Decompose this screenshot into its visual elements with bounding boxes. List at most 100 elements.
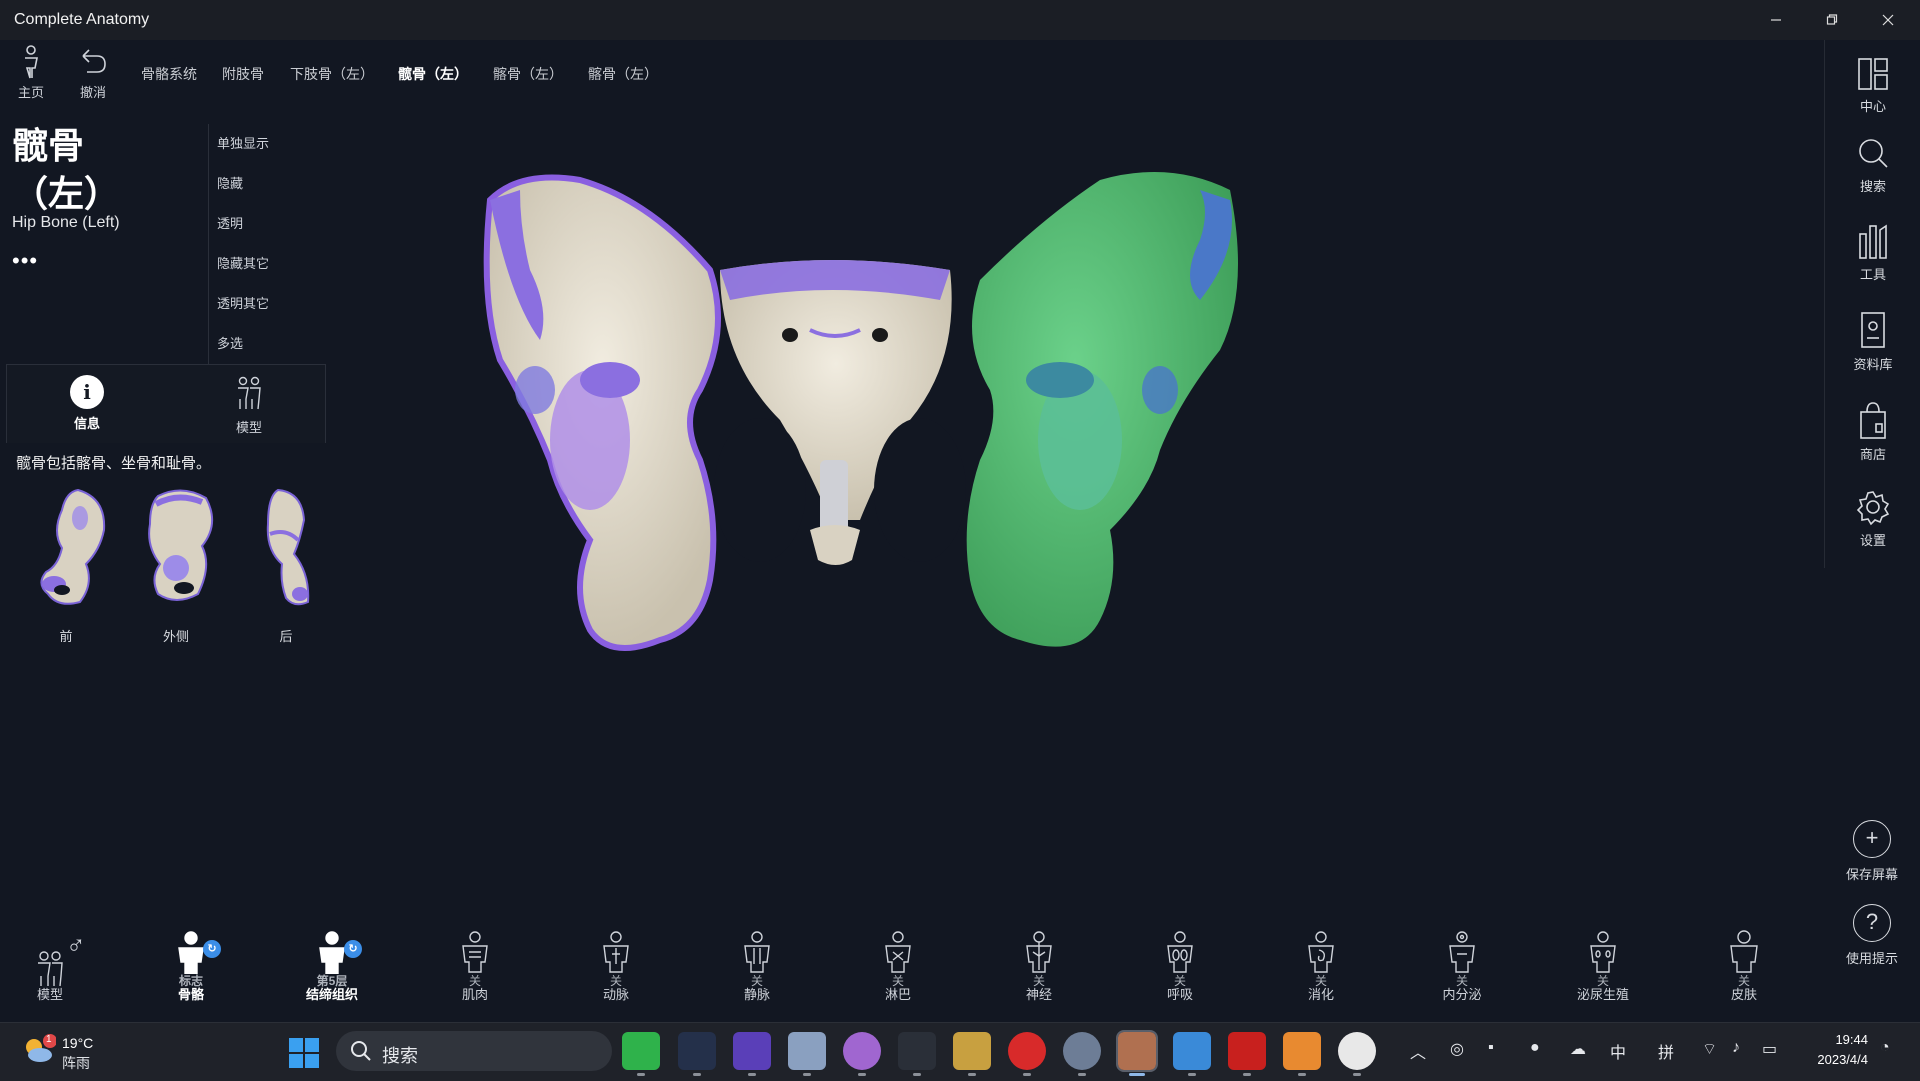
hide-menu-item[interactable]: 隐藏 — [209, 164, 327, 204]
store-button[interactable]: 商店 — [1825, 400, 1920, 463]
layer-veins[interactable]: 关 静脉 — [707, 930, 807, 1002]
usage-tips-label: 使用提示 — [1845, 951, 1898, 966]
minimize-button[interactable] — [1750, 4, 1802, 36]
tab-info[interactable]: i 信息 — [37, 375, 137, 432]
wifi-icon[interactable]: ⌔ — [1702, 1039, 1717, 1059]
coccyx[interactable] — [810, 525, 860, 565]
taskbar-search[interactable]: 搜索 — [336, 1031, 612, 1071]
layer-respiratory[interactable]: 关 呼吸 — [1130, 930, 1230, 1002]
usage-tips-button[interactable]: ? 使用提示 — [1824, 904, 1920, 967]
system-clock[interactable]: 19:44 2023/4/4 — [1798, 1030, 1868, 1070]
layout-panels-icon — [1858, 58, 1888, 90]
3d-model-viewport[interactable] — [460, 160, 1260, 720]
layer-name: 内分泌 — [1442, 987, 1482, 1002]
pelvis-3d-model[interactable] — [460, 160, 1260, 720]
layer-nerves[interactable]: 关 神经 — [989, 930, 1089, 1002]
layer-state: 关 — [1032, 974, 1045, 988]
tools-button[interactable]: 工具 — [1825, 220, 1920, 283]
layer-connective-tissue[interactable]: ↻ 第5层 结缔组织 — [282, 930, 382, 1002]
weather-widget[interactable]: 1 19°C 阵雨 — [20, 1033, 93, 1073]
layer-muscles[interactable]: 关 肌肉 — [425, 930, 525, 1002]
ime-language-indicator[interactable]: 中 — [1610, 1039, 1626, 1063]
stomach-figure-icon — [1308, 931, 1334, 973]
multiselect-menu-item[interactable]: 多选 — [209, 324, 327, 364]
onedrive-cloud-icon[interactable]: ☁ — [1570, 1039, 1586, 1059]
save-screen-label: 保存屏幕 — [1845, 867, 1898, 882]
close-icon — [1882, 14, 1894, 26]
breadcrumb-item[interactable]: 下肢骨（左） — [290, 64, 374, 84]
info-icon: i — [70, 375, 104, 409]
thumbnail-label: 外侧 — [162, 629, 189, 644]
layer-urogenital[interactable]: 关 泌尿生殖 — [1553, 930, 1653, 1002]
structure-title: 髋骨 （左） — [12, 122, 120, 218]
home-button[interactable]: 主页 — [3, 44, 59, 101]
close-button[interactable] — [1862, 4, 1914, 36]
lymph-figure-icon — [885, 931, 911, 973]
show-hidden-icons-chevron-up-icon[interactable]: ︿ — [1410, 1039, 1426, 1063]
center-button[interactable]: 中心 — [1825, 56, 1920, 115]
tray-cat-icon[interactable]: ▪ — [1488, 1039, 1494, 1057]
search-button[interactable]: 搜索 — [1825, 136, 1920, 195]
layer-state: 关 — [750, 974, 763, 988]
layer-endocrine[interactable]: 关 内分泌 — [1412, 930, 1512, 1002]
app-bag-icon[interactable] — [788, 1032, 826, 1076]
anterior-view-thumbnail[interactable]: 前 — [16, 484, 116, 644]
endocrine-figure-icon — [1449, 931, 1475, 973]
restore-button[interactable] — [1806, 4, 1858, 36]
library-button[interactable]: 资料库 — [1825, 310, 1920, 373]
male-gender-icon[interactable]: ♂ — [66, 930, 86, 961]
app-cat-launcher-icon[interactable] — [678, 1032, 716, 1076]
app-league-icon[interactable] — [953, 1032, 991, 1076]
app-netease-music-icon[interactable] — [1008, 1032, 1046, 1076]
layer-lymph[interactable]: 关 淋巴 — [848, 930, 948, 1002]
refresh-badge-icon: ↻ — [203, 940, 221, 958]
hide-others-menu-item[interactable]: 隐藏其它 — [209, 244, 327, 284]
left-hip-bone-selected[interactable] — [966, 172, 1238, 647]
breadcrumb-item[interactable]: 髂骨（左） — [588, 64, 658, 84]
weather-temperature: 19°C — [62, 1035, 94, 1051]
tray-app-icon[interactable]: ◎ — [1450, 1039, 1464, 1059]
artery-figure-icon — [603, 931, 629, 973]
app-chrome-icon[interactable] — [1338, 1032, 1376, 1076]
ime-mode-indicator[interactable]: 拼 — [1658, 1039, 1674, 1063]
breadcrumb-item[interactable]: 髂骨（左） — [493, 64, 563, 84]
save-screen-button[interactable]: + 保存屏幕 — [1824, 820, 1920, 883]
app-spreadsheet-icon[interactable] — [622, 1032, 660, 1076]
breadcrumb-item-current[interactable]: 髋骨（左） — [398, 64, 468, 84]
layer-digestive[interactable]: 关 消化 — [1271, 930, 1371, 1002]
layer-arteries[interactable]: 关 动脉 — [566, 930, 666, 1002]
start-button[interactable] — [288, 1037, 320, 1069]
breadcrumb-item[interactable]: 骨骼系统 — [141, 64, 197, 84]
posterior-view-thumbnail[interactable]: 后 — [236, 484, 336, 644]
minimize-icon — [1771, 19, 1781, 21]
app-crystal-icon[interactable] — [733, 1032, 771, 1076]
app-notes-icon[interactable] — [1283, 1032, 1321, 1076]
right-hip-bone[interactable] — [483, 174, 721, 651]
more-options-button[interactable]: ••• — [12, 248, 38, 274]
app-sphere-icon[interactable] — [843, 1032, 881, 1076]
structure-name: 髋骨 — [12, 125, 85, 166]
volume-icon[interactable]: ♪ — [1732, 1039, 1740, 1057]
layer-name: 泌尿生殖 — [1576, 987, 1629, 1002]
notification-bell-icon[interactable]: ◔ — [1880, 1039, 1890, 1057]
model-figures-icon — [238, 376, 261, 410]
breadcrumb-item[interactable]: 附肢骨 — [222, 64, 264, 84]
app-g-icon[interactable] — [898, 1032, 936, 1076]
fade-menu-item[interactable]: 透明 — [209, 204, 327, 244]
fade-others-menu-item[interactable]: 透明其它 — [209, 284, 327, 324]
settings-button[interactable]: 设置 — [1825, 490, 1920, 549]
tab-model[interactable]: 模型 — [199, 375, 299, 436]
layer-skin[interactable]: 关 皮肤 — [1694, 930, 1794, 1002]
app-pdf-reader-icon[interactable] — [1228, 1032, 1266, 1076]
isolate-menu-item[interactable]: 单独显示 — [209, 124, 327, 164]
battery-icon[interactable]: ▭ — [1762, 1039, 1777, 1059]
structure-english-name: Hip Bone (Left) — [12, 214, 120, 231]
search-icon — [351, 1041, 371, 1061]
app-settings-gear-icon[interactable] — [1063, 1032, 1101, 1076]
lateral-view-thumbnail[interactable]: 外侧 — [126, 484, 226, 644]
app-photos-icon[interactable] — [1173, 1032, 1211, 1076]
tray-qq-icon[interactable]: ● — [1530, 1039, 1540, 1057]
layer-skeleton[interactable]: ↻ 标志 骨骼 — [141, 930, 241, 1002]
app-complete-anatomy-icon[interactable] — [1116, 1030, 1158, 1076]
undo-button[interactable]: 撤消 — [65, 44, 121, 101]
